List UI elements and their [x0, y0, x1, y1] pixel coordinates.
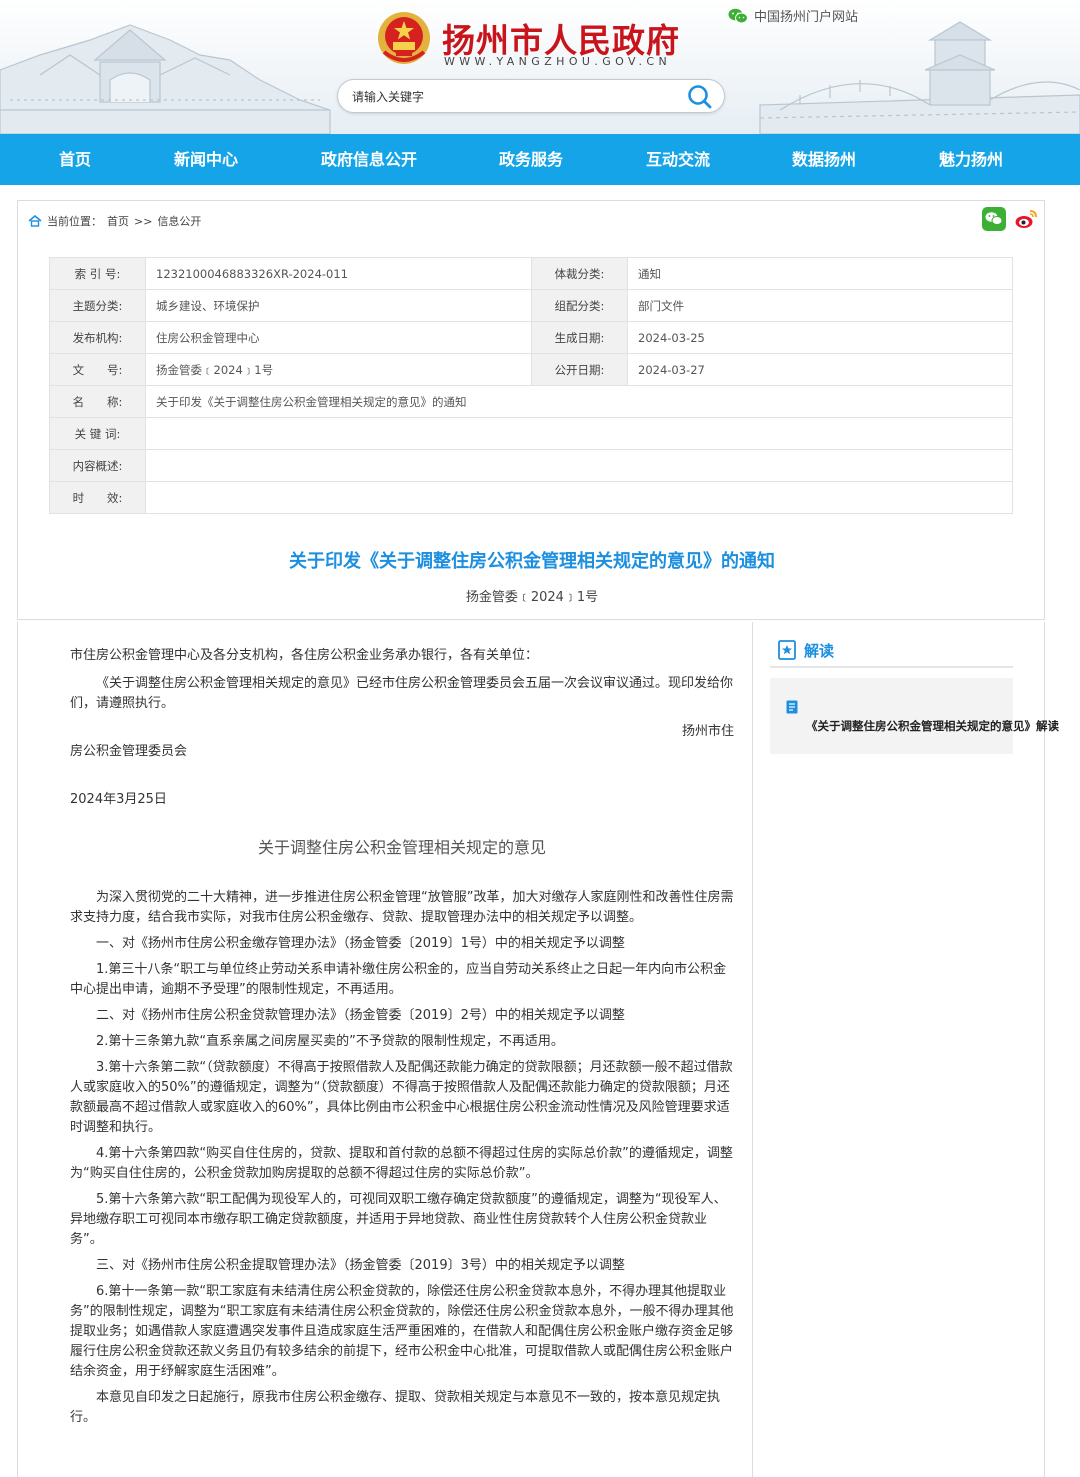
- index-label: 索 引 号:: [49, 257, 146, 290]
- site-logo[interactable]: 扬州市人民政府 WWW.YANGZHOU.GOV.CN: [376, 10, 696, 70]
- validity-label: 时 效:: [49, 481, 146, 514]
- breadcrumb-separator: >>: [134, 214, 153, 228]
- keywords-value: [145, 417, 1013, 450]
- national-emblem-icon: [378, 12, 430, 64]
- keywords-label: 关 键 词:: [49, 417, 146, 450]
- breadcrumb-label: 当前位置：: [47, 215, 102, 228]
- org-class-label: 组配分类:: [531, 289, 628, 322]
- topic-value: 城乡建设、环境保护: [145, 289, 532, 322]
- article-signer-line1: 扬州市住: [681, 724, 734, 739]
- publisher-value: 住房公积金管理中心: [145, 321, 532, 354]
- index-value: 1232100046883326XR-2024-011: [145, 257, 532, 290]
- table-row: 内容概述:: [49, 449, 1013, 482]
- sidebar-header: 解读: [770, 634, 1013, 668]
- article-paragraph: 一、对《扬州市住房公积金缴存管理办法》（扬金管委〔2019〕1号）中的相关规定予…: [96, 936, 625, 951]
- nav-home[interactable]: 首页: [59, 134, 91, 185]
- article-paragraph: 二、对《扬州市住房公积金贷款管理办法》（扬金管委〔2019〕2号）中的相关规定予…: [96, 1008, 625, 1023]
- org-class-value: 部门文件: [627, 289, 1013, 322]
- name-value: 关于印发《关于调整住房公积金管理相关规定的意见》的通知: [145, 385, 1013, 418]
- table-row: 主题分类: 城乡建设、环境保护 组配分类: 部门文件: [49, 289, 1013, 322]
- sidebar: 解读 《关于调整住房公积金管理相关规定的意见》解读: [770, 634, 1059, 754]
- table-row: 索 引 号: 1232100046883326XR-2024-011 体裁分类:…: [49, 257, 1013, 290]
- nav-gov-info[interactable]: 政府信息公开: [321, 134, 417, 185]
- share-icons: [982, 207, 1038, 231]
- article-paragraph: 2.第十三条第九款“直系亲属之间房屋买卖的”不予贷款的限制性规定，不再适用。: [96, 1034, 564, 1049]
- portal-link[interactable]: 中国扬州门户网站: [728, 6, 858, 25]
- topic-label: 主题分类:: [49, 289, 146, 322]
- sidebar-title: 解读: [804, 641, 835, 660]
- table-row: 关 键 词:: [49, 417, 1013, 450]
- search-icon[interactable]: [686, 83, 714, 111]
- breadcrumb: 当前位置： 首页 >> 信息公开: [28, 213, 201, 229]
- validity-value: [145, 481, 1013, 514]
- article-heading: 关于调整住房公积金管理相关规定的意见: [257, 838, 546, 857]
- meta-table: 索 引 号: 1232100046883326XR-2024-011 体裁分类:…: [49, 257, 1013, 514]
- article-addressee: 市住房公积金管理中心及各分支机构，各住房公积金业务承办银行，各有关单位：: [70, 648, 539, 663]
- created-label: 生成日期:: [531, 321, 628, 354]
- article-date: 2024年3月25日: [70, 792, 167, 807]
- nav-gov-services[interactable]: 政务服务: [499, 134, 563, 185]
- article-paragraph: 1.第三十八条“职工与单位终止劳动关系申请补缴住房公积金的，应当自劳动关系终止之…: [70, 962, 727, 997]
- site-domain: WWW.YANGZHOU.GOV.CN: [444, 55, 672, 68]
- genre-value: 通知: [627, 257, 1013, 290]
- article-signer-line2: 房公积金管理委员会: [70, 744, 188, 759]
- interpretation-icon: [778, 640, 796, 660]
- weibo-share-icon[interactable]: [1014, 207, 1038, 231]
- table-row: 发布机构: 住房公积金管理中心 生成日期: 2024-03-25: [49, 321, 1013, 354]
- article-paragraphs: 为深入贯彻党的二十大精神，进一步推进住房公积金管理“放管服”改革，加大对缴存人家…: [70, 888, 734, 1428]
- document-icon: [786, 700, 798, 714]
- article-paragraph: 4.第十六条第四款“购买自住住房的，贷款、提取和首付款的总额不得超过住房的实际总…: [70, 1146, 733, 1181]
- wechat-share-icon[interactable]: [982, 207, 1006, 231]
- site-header: 扬州市人民政府 WWW.YANGZHOU.GOV.CN 中国扬州门户网站: [0, 0, 1080, 134]
- publisher-label: 发布机构:: [49, 321, 146, 354]
- breadcrumb-current[interactable]: 信息公开: [157, 213, 201, 229]
- article-paragraph: 6.第十一条第一款“职工家庭有未结清住房公积金贷款的，除偿还住房公积金贷款本息外…: [70, 1284, 734, 1379]
- breadcrumb-home[interactable]: 首页: [107, 213, 129, 229]
- article-paragraph: 本意见自印发之日起施行，原我市住房公积金缴存、提取、贷款相关规定与本意见不一致的…: [70, 1390, 721, 1425]
- table-row: 时 效:: [49, 481, 1013, 514]
- article-body: 市住房公积金管理中心及各分支机构，各住房公积金业务承办银行，各有关单位： 《关于…: [70, 646, 734, 1434]
- nav-interaction[interactable]: 互动交流: [646, 134, 710, 185]
- article-paragraph: 为深入贯彻党的二十大精神，进一步推进住房公积金管理“放管服”改革，加大对缴存人家…: [70, 890, 734, 925]
- name-label: 名 称:: [49, 385, 146, 418]
- genre-label: 体裁分类:: [531, 257, 628, 290]
- wechat-icon: [728, 8, 748, 23]
- content-divider: [752, 622, 753, 1477]
- nav-charm-yangzhou[interactable]: 魅力扬州: [939, 134, 1003, 185]
- article-paragraph: 三、对《扬州市住房公积金提取管理办法》（扬金管委〔2019〕3号）中的相关规定予…: [96, 1258, 625, 1273]
- main-nav: 首页 新闻中心 政府信息公开 政务服务 互动交流 数据扬州 魅力扬州: [0, 134, 1080, 185]
- info-card: 当前位置： 首页 >> 信息公开 索 引 号: 1232100046883326…: [17, 200, 1045, 620]
- portal-link-label: 中国扬州门户网站: [754, 10, 859, 25]
- article-intro: 《关于调整住房公积金管理相关规定的意见》已经市住房公积金管理委员会五届一次会议审…: [70, 676, 734, 711]
- document-number: 扬金管委﹝2024﹞1号: [465, 590, 599, 605]
- published-value: 2024-03-27: [627, 353, 1013, 386]
- interpretation-link[interactable]: 《关于调整住房公积金管理相关规定的意见》解读: [806, 718, 1059, 734]
- search-input[interactable]: [352, 86, 672, 108]
- summary-label: 内容概述:: [49, 449, 146, 482]
- home-icon: [28, 215, 42, 227]
- sidebar-box: 《关于调整住房公积金管理相关规定的意见》解读: [770, 678, 1059, 754]
- table-row: 名 称: 关于印发《关于调整住房公积金管理相关规定的意见》的通知: [49, 385, 1013, 418]
- created-value: 2024-03-25: [627, 321, 1013, 354]
- nav-news-center[interactable]: 新闻中心: [174, 134, 238, 185]
- nav-data-yangzhou[interactable]: 数据扬州: [792, 134, 856, 185]
- docno-label: 文 号:: [49, 353, 146, 386]
- document-title: 关于印发《关于调整住房公积金管理相关规定的意见》的通知: [289, 551, 775, 572]
- article-paragraph: 5.第十六条第六款“职工配偶为现役军人的，可视同双职工缴存确定贷款额度”的遵循规…: [70, 1192, 727, 1247]
- docno-value: 扬金管委﹝2024﹞1号: [145, 353, 532, 386]
- summary-value: [145, 449, 1013, 482]
- search-box: [337, 79, 725, 113]
- published-label: 公开日期:: [531, 353, 628, 386]
- table-row: 文 号: 扬金管委﹝2024﹞1号 公开日期: 2024-03-27: [49, 353, 1013, 386]
- article-paragraph: 3.第十六条第二款“（贷款额度）不得高于按照借款人及配偶还款能力确定的贷款限额；…: [70, 1060, 733, 1135]
